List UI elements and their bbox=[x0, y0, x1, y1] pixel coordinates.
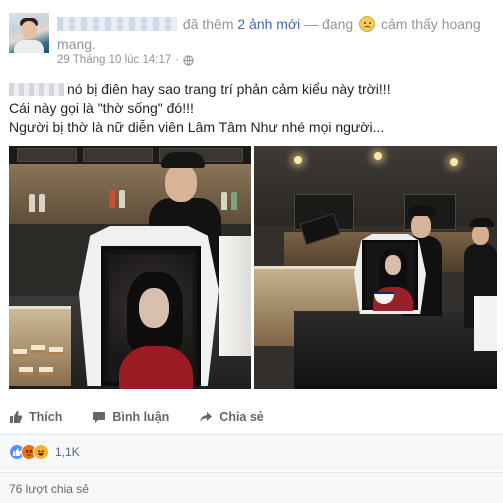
reaction-count: 1,1K bbox=[55, 445, 80, 459]
comment-label: Bình luận bbox=[112, 410, 170, 424]
confused-emoji-icon bbox=[359, 16, 376, 32]
photo-right[interactable] bbox=[254, 146, 497, 389]
post-header: đã thêm 2 ảnh mới — đang cảm thấy hoang … bbox=[57, 14, 497, 54]
like-button[interactable]: Thích bbox=[9, 410, 62, 424]
white-bin bbox=[474, 296, 497, 351]
post-text: nó bị điên hay sao trang trí phản cảm ki… bbox=[9, 80, 489, 137]
pastry-case bbox=[9, 306, 71, 386]
photos-link[interactable]: 2 ảnh mới bbox=[237, 16, 300, 32]
post-text-line-1: nó bị điên hay sao trang trí phản cảm ki… bbox=[9, 80, 489, 99]
thumbs-up-icon bbox=[10, 411, 23, 423]
header-separator: — đang bbox=[304, 16, 354, 32]
avatar-face bbox=[21, 21, 37, 39]
share-button[interactable]: Chia sẻ bbox=[199, 410, 264, 424]
comment-bubble-icon bbox=[93, 412, 106, 423]
globe-icon[interactable] bbox=[183, 54, 194, 66]
avatar-shirt bbox=[14, 40, 44, 53]
facebook-post: đã thêm 2 ảnh mới — đang cảm thấy hoang … bbox=[0, 0, 503, 503]
photo-left[interactable] bbox=[9, 146, 251, 389]
like-label: Thích bbox=[29, 410, 63, 424]
redacted-text bbox=[9, 83, 64, 96]
photo-grid bbox=[9, 146, 498, 389]
avatar[interactable] bbox=[9, 13, 49, 53]
comment-button[interactable]: Bình luận bbox=[92, 410, 169, 424]
author-name-redacted[interactable] bbox=[57, 17, 177, 31]
share-label: Chia sẻ bbox=[219, 410, 264, 424]
cup-stack bbox=[219, 236, 251, 356]
post-meta: 29 Tháng 10 lúc 14:17 · bbox=[57, 54, 194, 66]
post-actions: Thích Bình luận Chia sẻ bbox=[9, 406, 498, 428]
portrait-frame bbox=[101, 246, 201, 389]
header-action-text: đã thêm bbox=[182, 16, 234, 32]
share-arrow-icon bbox=[200, 412, 213, 422]
haha-reaction-icon bbox=[33, 444, 49, 460]
post-timestamp[interactable]: 29 Tháng 10 lúc 14:17 bbox=[57, 54, 171, 66]
post-text-line-3: Người bị thờ là nữ diễn viên Lâm Tâm Như… bbox=[9, 119, 385, 135]
post-text-line-2: Cái này gọi là "thờ sống" đó!!! bbox=[9, 100, 194, 116]
share-count[interactable]: 76 lượt chia sẻ bbox=[9, 482, 89, 496]
reaction-summary[interactable]: 1,1K bbox=[9, 444, 80, 460]
ceiling bbox=[254, 146, 497, 226]
feeling-label: cảm thấy bbox=[380, 16, 438, 32]
